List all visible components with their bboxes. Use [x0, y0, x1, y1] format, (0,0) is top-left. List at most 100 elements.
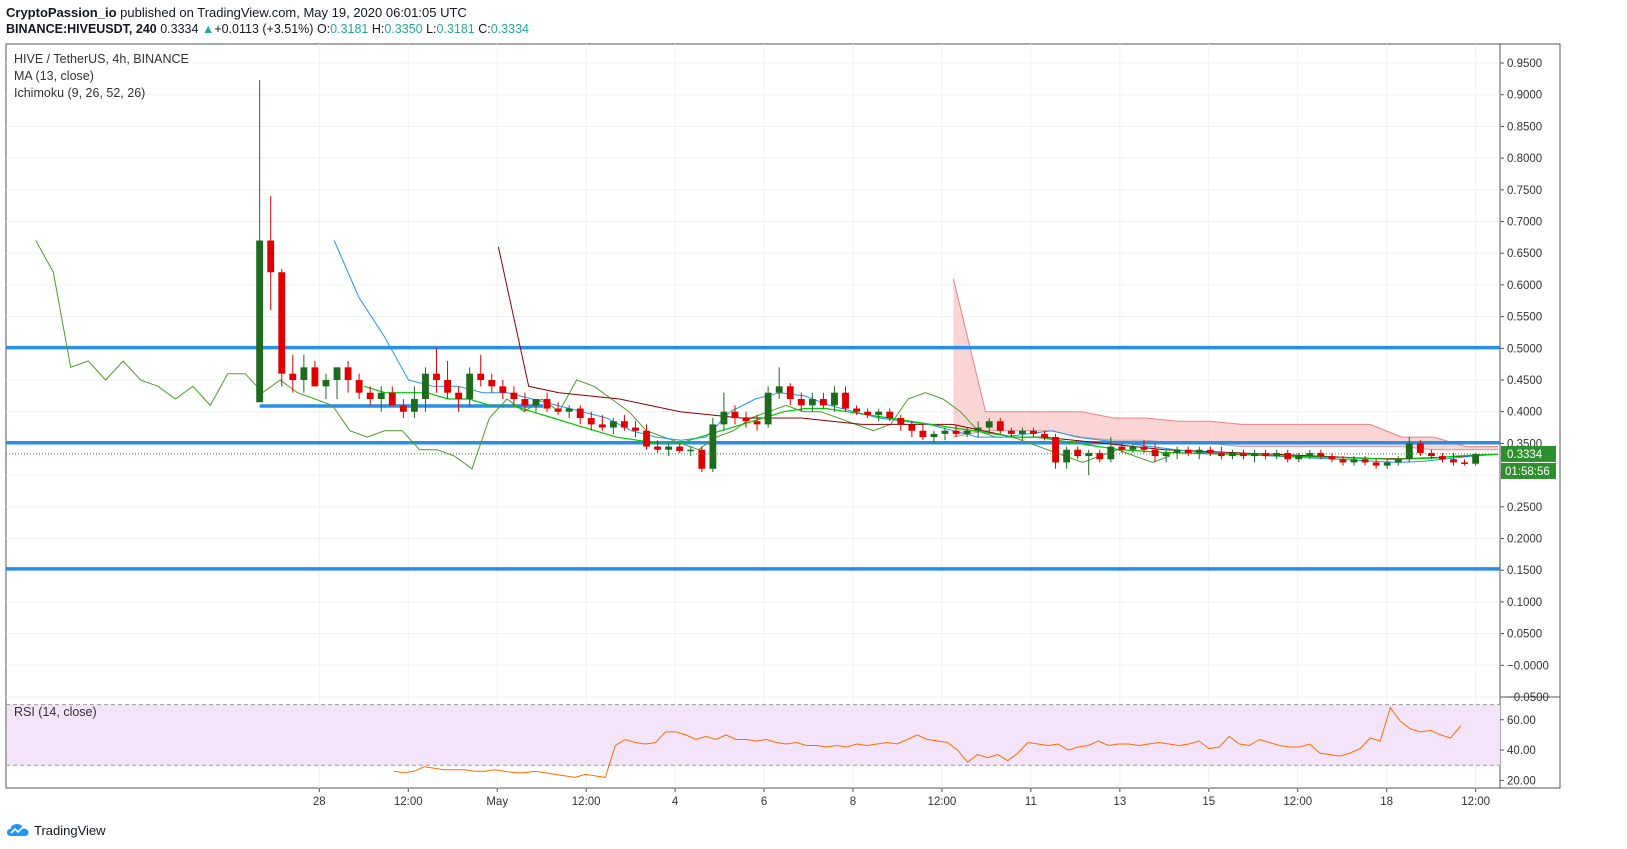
candle-body [311, 367, 319, 387]
candle-body [886, 411, 894, 419]
candle-body [1173, 449, 1181, 453]
time-tick-label: 12:00 [1283, 796, 1312, 808]
price-tick-label: 0.1500 [1507, 565, 1542, 577]
candle-body [444, 380, 451, 393]
candle-body [366, 392, 374, 400]
candle-body [1405, 443, 1413, 460]
candle-body [300, 367, 308, 381]
time-tick-label: 8 [850, 796, 856, 808]
candle-body [499, 386, 507, 393]
candle-body [433, 373, 440, 381]
candle-body [1240, 452, 1247, 457]
candle-body [1206, 449, 1214, 453]
candle-body [410, 399, 418, 412]
candle-body [510, 392, 518, 400]
candle-body [1306, 452, 1314, 457]
countdown-label: 01:58:56 [1505, 466, 1550, 478]
tradingview-logo[interactable]: TradingView [6, 822, 106, 838]
candle-body [1085, 452, 1093, 457]
legend-ichimoku[interactable]: Ichimoku (9, 26, 52, 26) [14, 86, 145, 100]
candle-body [267, 240, 275, 273]
time-tick-label: 12:00 [928, 796, 957, 808]
candle-body [797, 399, 805, 406]
candle-body [1195, 449, 1203, 453]
candle-body [466, 373, 474, 400]
price-tick-label: 0.6000 [1507, 280, 1542, 292]
candle-body [1472, 454, 1480, 464]
candle-body [952, 430, 960, 434]
candle-body [344, 367, 352, 381]
candle-body [543, 399, 551, 409]
candle-body [1273, 452, 1281, 457]
time-tick-label: 11 [1025, 796, 1037, 808]
candle-body [786, 386, 794, 400]
candle-body [256, 240, 264, 403]
candle-body [819, 399, 827, 406]
candle-body [1383, 462, 1391, 466]
candle-body [399, 405, 407, 412]
candle-body [532, 399, 540, 406]
candle-body [941, 430, 949, 434]
time-tick-label: 12:00 [394, 796, 423, 808]
candle-body [698, 449, 706, 469]
candle-body [687, 449, 695, 452]
candle-body [930, 433, 938, 438]
price-tick-label: 0.0500 [1507, 629, 1542, 641]
candle-body [864, 411, 872, 415]
logo-text: TradingView [34, 822, 106, 838]
candle-body [1439, 456, 1446, 460]
candle-body [919, 430, 927, 438]
candle-body [1041, 433, 1048, 438]
legend-ma[interactable]: MA (13, close) [14, 69, 94, 83]
chart-frame [5, 43, 1561, 789]
price-tick-label: 0.1000 [1507, 597, 1542, 609]
candle-body [753, 421, 761, 425]
candle-body [289, 373, 297, 381]
moving-average-line [363, 385, 1499, 460]
price-tag-label: 0.3334 [1507, 449, 1543, 461]
candle-body [709, 424, 717, 469]
candle-body [1350, 459, 1358, 463]
candle-body [654, 446, 662, 450]
candle-body [643, 430, 650, 447]
candle-body [853, 408, 861, 412]
candle-body [1118, 446, 1126, 450]
candle-body [1217, 452, 1225, 457]
price-tick-label: −0.0000 [1507, 660, 1549, 672]
time-tick-label: 12:00 [572, 796, 601, 808]
candle-body [1018, 430, 1026, 434]
candle-body [985, 421, 993, 428]
candle-body [388, 392, 396, 406]
time-tick-label: 18 [1380, 796, 1393, 808]
price-tick-label: 0.5000 [1507, 343, 1542, 355]
candle-body [488, 380, 496, 387]
candle-body [609, 421, 617, 428]
candle-body [1416, 443, 1424, 453]
candle-body [1394, 459, 1402, 463]
candle-body [1461, 462, 1468, 464]
ichimoku-cloud [953, 278, 1498, 450]
price-chart[interactable]: 0.9500 0.9000 0.8500 0.8000 0.7500 0.7000 0.65… [0, 0, 1627, 849]
candle-body [355, 380, 363, 393]
candle-body [455, 392, 463, 400]
candle-body [1107, 446, 1115, 460]
candle-body [1427, 452, 1435, 457]
candle-body [632, 427, 639, 431]
candle-body [1063, 449, 1071, 463]
candle-body [322, 380, 330, 387]
time-tick-label: 4 [672, 796, 679, 808]
legend-rsi[interactable]: RSI (14, close) [14, 705, 97, 719]
price-tick-label: 0.2000 [1507, 534, 1542, 546]
candle-body [1140, 446, 1148, 450]
candle-body [1129, 446, 1137, 450]
price-tick-label: 0.9500 [1507, 58, 1542, 70]
candle-body [587, 418, 595, 425]
price-tick-label: 0.7500 [1507, 185, 1542, 197]
candle-body [477, 373, 485, 381]
candle-body [963, 430, 971, 434]
candle-body [720, 411, 728, 425]
candle-body [621, 421, 628, 428]
candle-body [908, 424, 916, 431]
candle-body [1162, 452, 1170, 457]
candle-body [377, 392, 385, 400]
